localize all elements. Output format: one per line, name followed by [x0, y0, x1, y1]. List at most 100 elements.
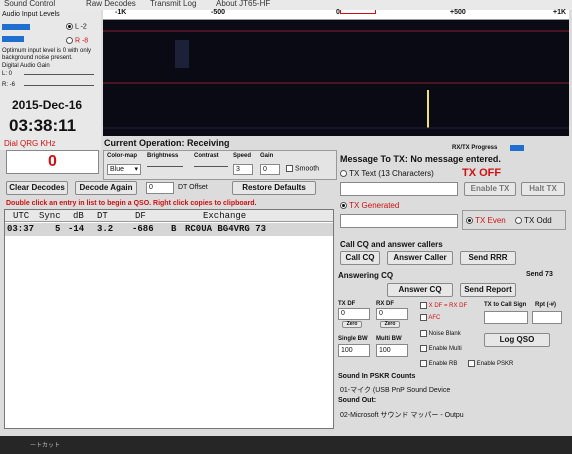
tx-even-radio[interactable]: TX Even	[466, 216, 506, 225]
menu-bar: Sound Control Raw Decodes Transmit Log A…	[0, 0, 572, 10]
row-utc: 03:37	[7, 224, 35, 234]
speed-value: 3	[236, 166, 240, 173]
rx-df-zero-button[interactable]: Zero	[380, 321, 400, 328]
dial-qrg-value: 0	[48, 153, 57, 170]
scale-label-plus500: +500	[450, 9, 466, 16]
contrast-slider[interactable]	[194, 166, 228, 167]
multi-bw-spinner[interactable]: 100	[376, 344, 408, 357]
rpt-input[interactable]	[532, 311, 562, 324]
tx-odd-label: TX Odd	[524, 216, 552, 225]
brightness-label: Brightness	[147, 153, 179, 159]
tx-text-radio[interactable]: TX Text (13 Characters)	[340, 169, 434, 178]
noise-blank-checkbox[interactable]: Noise Blank	[420, 330, 461, 337]
audio-level-bar-l	[2, 24, 30, 30]
chevron-down-icon: ▾	[134, 166, 138, 173]
send-rrr-button[interactable]: Send RRR	[460, 251, 516, 265]
menu-raw-decodes[interactable]: Raw Decodes	[86, 0, 136, 8]
colormap-value: Blue	[110, 166, 125, 173]
tx-odd-radio-dot	[515, 217, 522, 225]
decode-list[interactable]: UTC Sync dB DT DF Exchange 03:37 5 -14 3…	[4, 209, 334, 429]
row-db: -14	[68, 224, 85, 234]
decode-table-header: UTC Sync dB DT DF Exchange	[5, 210, 333, 222]
header-exchange: Exchange	[203, 211, 247, 221]
waterfall-display[interactable]	[103, 20, 569, 136]
call-cq-button[interactable]: Call CQ	[340, 251, 380, 265]
decode-again-button[interactable]: Decode Again	[75, 181, 137, 195]
tx-text-radio-dot	[340, 170, 347, 178]
tx-df-label: TX DF	[338, 301, 356, 307]
message-to-tx: Message To TX: No message entered.	[340, 154, 501, 164]
clear-decodes-button[interactable]: Clear Decodes	[6, 181, 68, 195]
restore-defaults-button[interactable]: Restore Defaults	[232, 181, 316, 195]
r-gain-slider[interactable]	[24, 85, 94, 86]
header-df: DF	[135, 211, 146, 221]
smooth-checkbox[interactable]: Smooth	[286, 165, 319, 172]
row-mode: B	[171, 224, 177, 234]
dial-qrg-field[interactable]: 0	[6, 150, 99, 174]
rx-marker	[340, 10, 376, 14]
log-qso-button[interactable]: Log QSO	[484, 333, 550, 347]
enable-rb-checkbox[interactable]: Enable RB	[420, 360, 457, 367]
spectrum-scale: -1K -500 0 +500 +1K	[103, 9, 569, 20]
enable-tx-button[interactable]: Enable TX	[464, 182, 516, 196]
enable-multi-checkbox[interactable]: Enable Multi	[420, 345, 462, 352]
answer-cq-button[interactable]: Answer CQ	[387, 283, 453, 297]
display-controls: Color-map Blue ▾ Brightness Contrast Spee…	[103, 150, 337, 180]
menu-sound-control[interactable]: Sound Control	[4, 0, 55, 8]
tx-df-spinner[interactable]: 0	[338, 308, 370, 320]
tx-to-call-label: TX to Call Sign	[484, 302, 527, 308]
radio-l-label: L -2	[74, 23, 87, 31]
menu-transmit-log[interactable]: Transmit Log	[150, 0, 196, 8]
tx-to-call-input[interactable]	[484, 311, 528, 324]
waterfall-noise-patch	[175, 40, 189, 68]
send-73-label[interactable]: Send 73	[526, 271, 553, 278]
waterfall-canvas	[103, 30, 569, 129]
tx-text-label: TX Text (13 Characters)	[349, 169, 434, 178]
send-report-button[interactable]: Send Report	[460, 283, 516, 297]
date-display: 2015-Dec-16	[12, 98, 83, 112]
tx-even-radio-dot	[466, 217, 473, 225]
xdf-rxdf-checkbox[interactable]: X DF = RX DF	[420, 302, 467, 309]
menu-about[interactable]: About JT65-HF	[216, 0, 270, 8]
speed-spinner[interactable]: 3	[233, 164, 253, 175]
rxtx-progress-bar	[510, 145, 524, 151]
smooth-check-box	[286, 165, 293, 172]
current-operation: Current Operation: Receiving	[104, 138, 230, 148]
rx-df-spinner[interactable]: 0	[376, 308, 408, 320]
brightness-slider[interactable]	[147, 166, 183, 167]
audio-level-bar-r	[2, 36, 24, 42]
tx-period-group: TX Even TX Odd	[462, 210, 566, 230]
decode-hint: Double click an entry in list to begin a…	[6, 200, 257, 207]
tx-generated-label: TX Generated	[349, 201, 400, 210]
r-gain-label: R: -6	[2, 82, 16, 88]
contrast-label: Contrast	[194, 153, 219, 159]
radio-r[interactable]: R -8	[66, 37, 88, 44]
gain-spinner[interactable]: 0	[260, 164, 280, 175]
radio-r-label: R -8	[74, 37, 89, 45]
dt-offset-label: DT Offset	[178, 184, 208, 191]
header-dt: DT	[97, 211, 108, 221]
answer-caller-button[interactable]: Answer Caller	[387, 251, 453, 265]
table-row[interactable]: 03:37 5 -14 3.2 -686 B RC0UA BG4VRG 73	[5, 223, 333, 236]
sound-output-device[interactable]: 02-Microsoft サウンド マッパー - Outpu	[340, 410, 464, 420]
radio-l[interactable]: L -2	[66, 23, 87, 30]
dt-offset-spinner[interactable]: 0	[146, 182, 174, 194]
taskbar: ートカット	[0, 436, 572, 454]
single-bw-spinner[interactable]: 100	[338, 344, 370, 357]
call-cq-section-label: Call CQ and answer callers	[340, 240, 443, 249]
tx-df-zero-button[interactable]: Zero	[342, 321, 362, 328]
row-sync: 5	[55, 224, 61, 234]
left-panel: Audio Input Levels L -2 R -8 Optimum inp…	[0, 10, 101, 150]
afc-check-box	[420, 314, 427, 321]
afc-checkbox[interactable]: AFC	[420, 314, 440, 321]
colormap-select[interactable]: Blue ▾	[107, 164, 141, 175]
halt-tx-button[interactable]: Halt TX	[521, 182, 565, 196]
tx-text-input[interactable]	[340, 182, 458, 196]
tx-odd-radio[interactable]: TX Odd	[515, 216, 552, 225]
time-display: 03:38:11	[9, 116, 77, 135]
enable-multi-check-box	[420, 345, 427, 352]
sound-input-device[interactable]: 01-マイク (USB PnP Sound Device	[340, 385, 450, 395]
tx-generated-radio[interactable]: TX Generated	[340, 201, 399, 210]
l-gain-slider[interactable]	[24, 74, 94, 75]
enable-pskr-checkbox[interactable]: Enable PSKR	[468, 360, 513, 367]
